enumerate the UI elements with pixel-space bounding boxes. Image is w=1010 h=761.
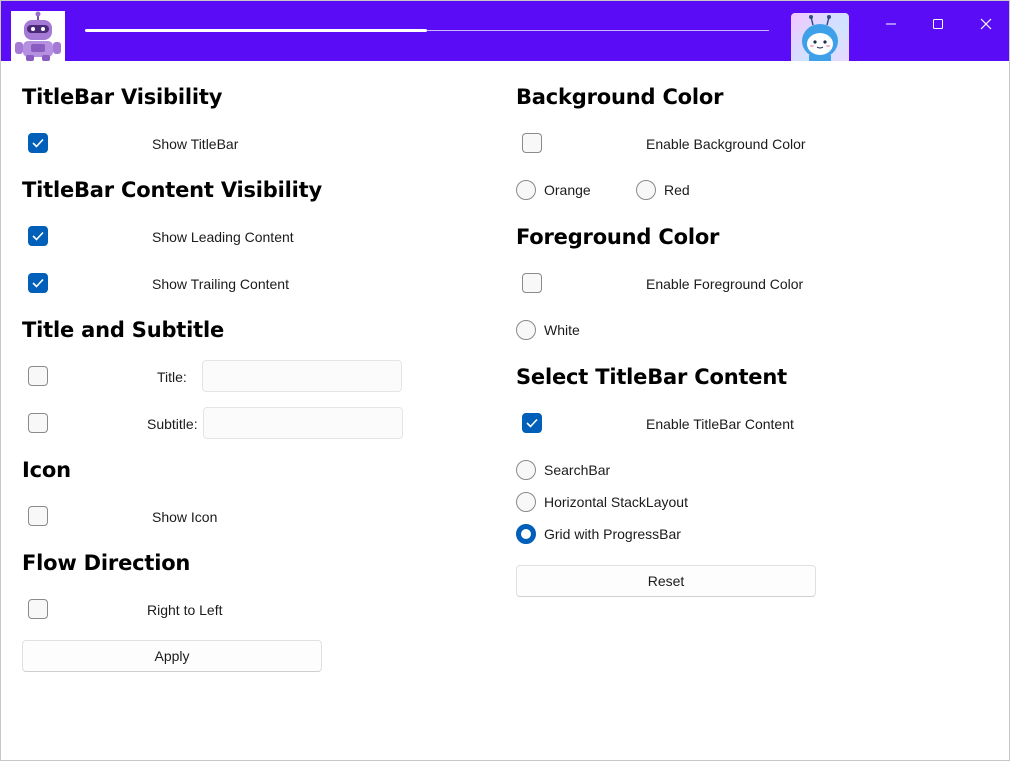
minimize-icon [886,23,896,25]
title-label: Title: [157,369,187,385]
icon-heading: Icon [22,458,71,482]
select-titlebar-content-heading: Select TitleBar Content [516,365,787,389]
robot-mascot-icon [11,11,65,61]
enable-background-color-checkbox[interactable] [522,133,542,153]
flow-direction-heading: Flow Direction [22,551,191,575]
red-radio-label: Red [664,182,690,198]
title-subtitle-heading: Title and Subtitle [22,318,225,342]
titlebar-visibility-heading: TitleBar Visibility [22,85,223,109]
background-color-heading: Background Color [516,85,724,109]
show-icon-label: Show Icon [152,509,218,525]
show-leading-content-label: Show Leading Content [152,229,294,245]
show-titlebar-checkbox[interactable] [28,133,48,153]
show-icon-checkbox[interactable] [28,506,48,526]
orange-radio[interactable] [516,180,536,200]
show-leading-content-checkbox[interactable] [28,226,48,246]
maximize-icon [933,19,943,29]
foreground-color-heading: Foreground Color [516,225,720,249]
white-radio[interactable] [516,320,536,340]
app-window: TitleBar Visibility Show TitleBar TitleB… [0,0,1010,761]
enable-titlebar-content-checkbox[interactable] [522,413,542,433]
subtitle-checkbox[interactable] [28,413,48,433]
searchbar-radio[interactable] [516,460,536,480]
show-trailing-content-checkbox[interactable] [28,273,48,293]
minimize-button[interactable] [868,1,914,47]
subtitle-input[interactable] [203,407,403,439]
close-button[interactable] [963,1,1009,47]
subtitle-label: Subtitle: [147,416,198,432]
grid-with-progressbar-radio[interactable] [516,524,536,544]
grid-with-progressbar-radio-label: Grid with ProgressBar [544,526,681,542]
checkmark-icon [32,138,44,148]
enable-foreground-color-label: Enable Foreground Color [646,276,804,292]
orange-radio-label: Orange [544,182,591,198]
title-checkbox[interactable] [28,366,48,386]
show-trailing-content-label: Show Trailing Content [152,276,289,292]
avatar[interactable] [791,13,849,61]
close-icon [980,18,992,30]
apply-button[interactable]: Apply [22,640,322,672]
progress-bar-fill [85,29,427,32]
show-titlebar-label: Show TitleBar [152,136,239,152]
right-to-left-label: Right to Left [147,602,223,618]
titlebar-progress-bar [85,29,769,32]
white-radio-label: White [544,322,580,338]
enable-foreground-color-checkbox[interactable] [522,273,542,293]
title-input[interactable] [202,360,402,392]
checkmark-icon [526,418,538,428]
content-visibility-heading: TitleBar Content Visibility [22,178,322,202]
red-radio[interactable] [636,180,656,200]
maximize-button[interactable] [915,1,961,47]
horizontal-stacklayout-radio[interactable] [516,492,536,512]
horizontal-stacklayout-radio-label: Horizontal StackLayout [544,494,688,510]
title-bar[interactable] [1,1,1009,61]
checkmark-icon [32,231,44,241]
reset-button[interactable]: Reset [516,565,816,597]
enable-background-color-label: Enable Background Color [646,136,806,152]
enable-titlebar-content-label: Enable TitleBar Content [646,416,794,432]
right-to-left-checkbox[interactable] [28,599,48,619]
searchbar-radio-label: SearchBar [544,462,611,478]
checkmark-icon [32,278,44,288]
